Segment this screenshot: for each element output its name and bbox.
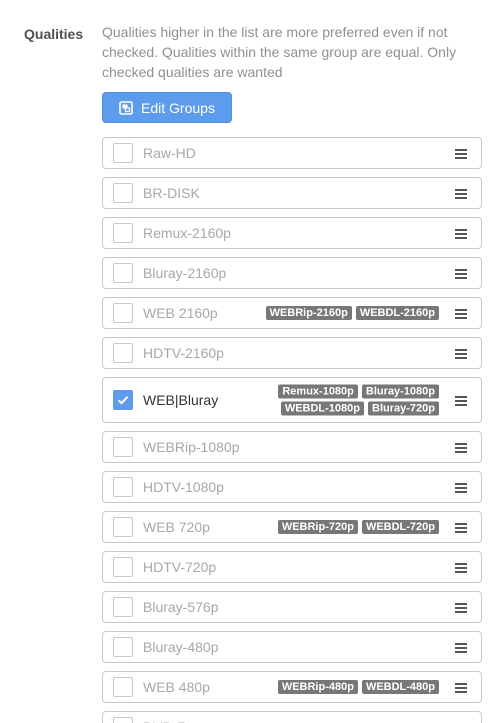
quality-tag: WEBRip-2160p [265,306,352,320]
quality-item[interactable]: HDTV-1080p [102,471,482,503]
quality-tag: WEBRip-720p [277,520,358,534]
quality-checkbox[interactable] [113,477,133,497]
drag-handle-icon[interactable] [455,347,467,359]
quality-name: Bluray-576p [143,599,219,615]
quality-name: WEBRip-1080p [143,439,240,455]
tag-row: WEBRip-480p WEBDL-480p [277,680,439,694]
quality-list: Raw-HD BR-DISK Remux-2160p Bluray-2160p WEB … [102,137,482,723]
quality-item[interactable]: Bluray-576p [102,591,482,623]
quality-checkbox[interactable] [113,143,133,163]
drag-handle-icon[interactable] [455,147,467,159]
quality-item[interactable]: Bluray-480p [102,631,482,663]
quality-item[interactable]: WEB|Bluray Remux-1080p Bluray-1080p WEBDL-1… [102,377,482,423]
quality-name: WEB|Bluray [143,392,219,408]
drag-handle-icon[interactable] [455,267,467,279]
drag-handle-icon[interactable] [455,394,467,406]
quality-item[interactable]: Raw-HD [102,137,482,169]
edit-groups-icon [119,100,133,115]
quality-tag: WEBDL-2160p [355,306,439,320]
quality-checkbox[interactable] [113,717,133,723]
quality-checkbox[interactable] [113,303,133,323]
quality-item[interactable]: HDTV-2160p [102,337,482,369]
quality-checkbox[interactable] [113,390,133,410]
quality-item[interactable]: DVD-R [102,711,482,723]
quality-name: WEB 2160p [143,305,218,321]
qualities-label: Qualities [24,26,84,42]
quality-item[interactable]: WEBRip-1080p [102,431,482,463]
quality-tags: Remux-1080p Bluray-1080p WEBDL-1080p Bluray… [278,384,439,416]
quality-checkbox[interactable] [113,517,133,537]
qualities-help-text: Qualities higher in the list are more pr… [102,24,457,80]
quality-name: HDTV-720p [143,559,217,575]
quality-tag: WEBDL-720p [361,520,439,534]
drag-handle-icon[interactable] [455,187,467,199]
quality-tags: WEBRip-720p WEBDL-720p [277,520,439,534]
quality-checkbox[interactable] [113,223,133,243]
drag-handle-icon[interactable] [455,641,467,653]
quality-name: Bluray-480p [143,639,219,655]
quality-name: WEB 720p [143,519,210,535]
drag-handle-icon[interactable] [455,601,467,613]
quality-name: DVD-R [143,719,187,723]
quality-item[interactable]: HDTV-720p [102,551,482,583]
tag-row: WEBRip-720p WEBDL-720p [277,520,439,534]
quality-item[interactable]: Remux-2160p [102,217,482,249]
tag-row: Remux-1080p Bluray-1080p [278,384,439,399]
quality-tag: Bluray-1080p [361,384,439,399]
quality-checkbox[interactable] [113,263,133,283]
drag-handle-icon[interactable] [455,307,467,319]
drag-handle-icon[interactable] [455,561,467,573]
quality-item[interactable]: WEB 2160p WEBRip-2160p WEBDL-2160p [102,297,482,329]
edit-groups-button[interactable]: Edit Groups [102,92,232,123]
quality-checkbox[interactable] [113,637,133,657]
quality-tags: WEBRip-2160p WEBDL-2160p [265,306,439,320]
qualities-settings: Qualities Qualities higher in the list a… [0,0,502,723]
quality-name: HDTV-1080p [143,479,224,495]
drag-handle-icon[interactable] [455,521,467,533]
tag-row: WEBDL-1080p Bluray-720p [280,401,439,416]
quality-tag: WEBDL-1080p [280,401,365,416]
quality-checkbox[interactable] [113,343,133,363]
tag-row: WEBRip-2160p WEBDL-2160p [265,306,439,320]
quality-tag: Remux-1080p [278,384,358,399]
quality-item[interactable]: WEB 480p WEBRip-480p WEBDL-480p [102,671,482,703]
quality-checkbox[interactable] [113,183,133,203]
quality-name: BR-DISK [143,185,200,201]
check-icon [117,396,129,405]
quality-checkbox[interactable] [113,557,133,577]
drag-handle-icon[interactable] [455,227,467,239]
quality-checkbox[interactable] [113,677,133,697]
quality-name: Raw-HD [143,145,196,161]
quality-name: HDTV-2160p [143,345,224,361]
quality-tag: Bluray-720p [368,401,439,416]
quality-name: Remux-2160p [143,225,231,241]
quality-tag: WEBDL-480p [361,680,439,694]
quality-name: Bluray-2160p [143,265,227,281]
quality-item[interactable]: WEB 720p WEBRip-720p WEBDL-720p [102,511,482,543]
drag-handle-icon[interactable] [455,481,467,493]
edit-groups-label: Edit Groups [141,99,215,116]
quality-item[interactable]: Bluray-2160p [102,257,482,289]
quality-checkbox[interactable] [113,437,133,457]
quality-tag: WEBRip-480p [277,680,358,694]
quality-tags: WEBRip-480p WEBDL-480p [277,680,439,694]
drag-handle-icon[interactable] [455,441,467,453]
quality-name: WEB 480p [143,679,210,695]
quality-checkbox[interactable] [113,597,133,617]
quality-item[interactable]: BR-DISK [102,177,482,209]
drag-handle-icon[interactable] [455,681,467,693]
